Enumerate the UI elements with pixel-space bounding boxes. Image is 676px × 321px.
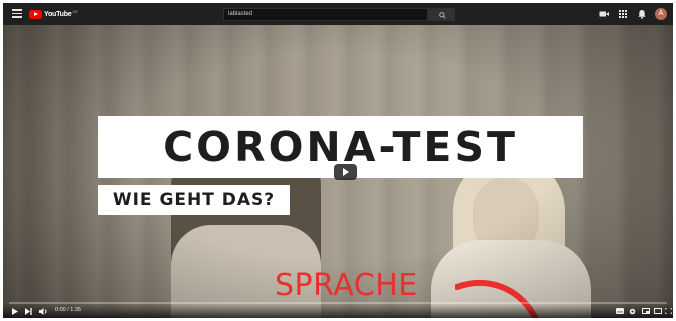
center-play-button[interactable] (334, 164, 357, 180)
overlay-subtitle-box: WIE GEHT DAS? (98, 185, 290, 215)
play-icon[interactable] (12, 308, 18, 315)
next-icon[interactable] (25, 308, 32, 315)
logo-text: YouTube (44, 10, 72, 18)
fullscreen-icon[interactable] (665, 308, 672, 314)
overlay-subtitle: WIE GEHT DAS? (112, 190, 276, 210)
bell-icon[interactable] (635, 7, 649, 21)
avatar[interactable]: A (655, 8, 667, 20)
menu-icon[interactable] (12, 9, 22, 19)
theater-icon[interactable] (654, 308, 662, 314)
video-player[interactable]: CORONA-TEST WIE GEHT DAS? SPRACHE 0:00 /… (3, 25, 673, 318)
search-icon (439, 11, 446, 19)
volume-icon[interactable] (39, 308, 48, 315)
youtube-play-logo-icon (29, 9, 42, 19)
gear-icon[interactable] (629, 308, 636, 315)
youtube-logo[interactable]: YouTube DE (29, 8, 78, 20)
player-controls: 0:00 / 1:35 (3, 304, 673, 318)
video-camera-icon[interactable] (597, 7, 611, 21)
search-button[interactable] (428, 8, 455, 21)
time-display: 0:00 / 1:35 (55, 307, 81, 313)
search-input[interactable]: lablasted (223, 8, 428, 21)
search-bar: lablasted (223, 8, 455, 21)
miniplayer-icon[interactable] (642, 308, 650, 314)
subtitles-icon[interactable] (616, 308, 624, 314)
browser-frame: YouTube DE lablasted A CORONA-TEST WIE G… (3, 3, 673, 318)
overlay-sprache: SPRACHE (275, 268, 418, 303)
header-actions: A (592, 7, 667, 21)
logo-country: DE (72, 8, 79, 14)
top-bar: YouTube DE lablasted A (3, 3, 673, 25)
apps-grid-icon[interactable] (616, 7, 630, 21)
